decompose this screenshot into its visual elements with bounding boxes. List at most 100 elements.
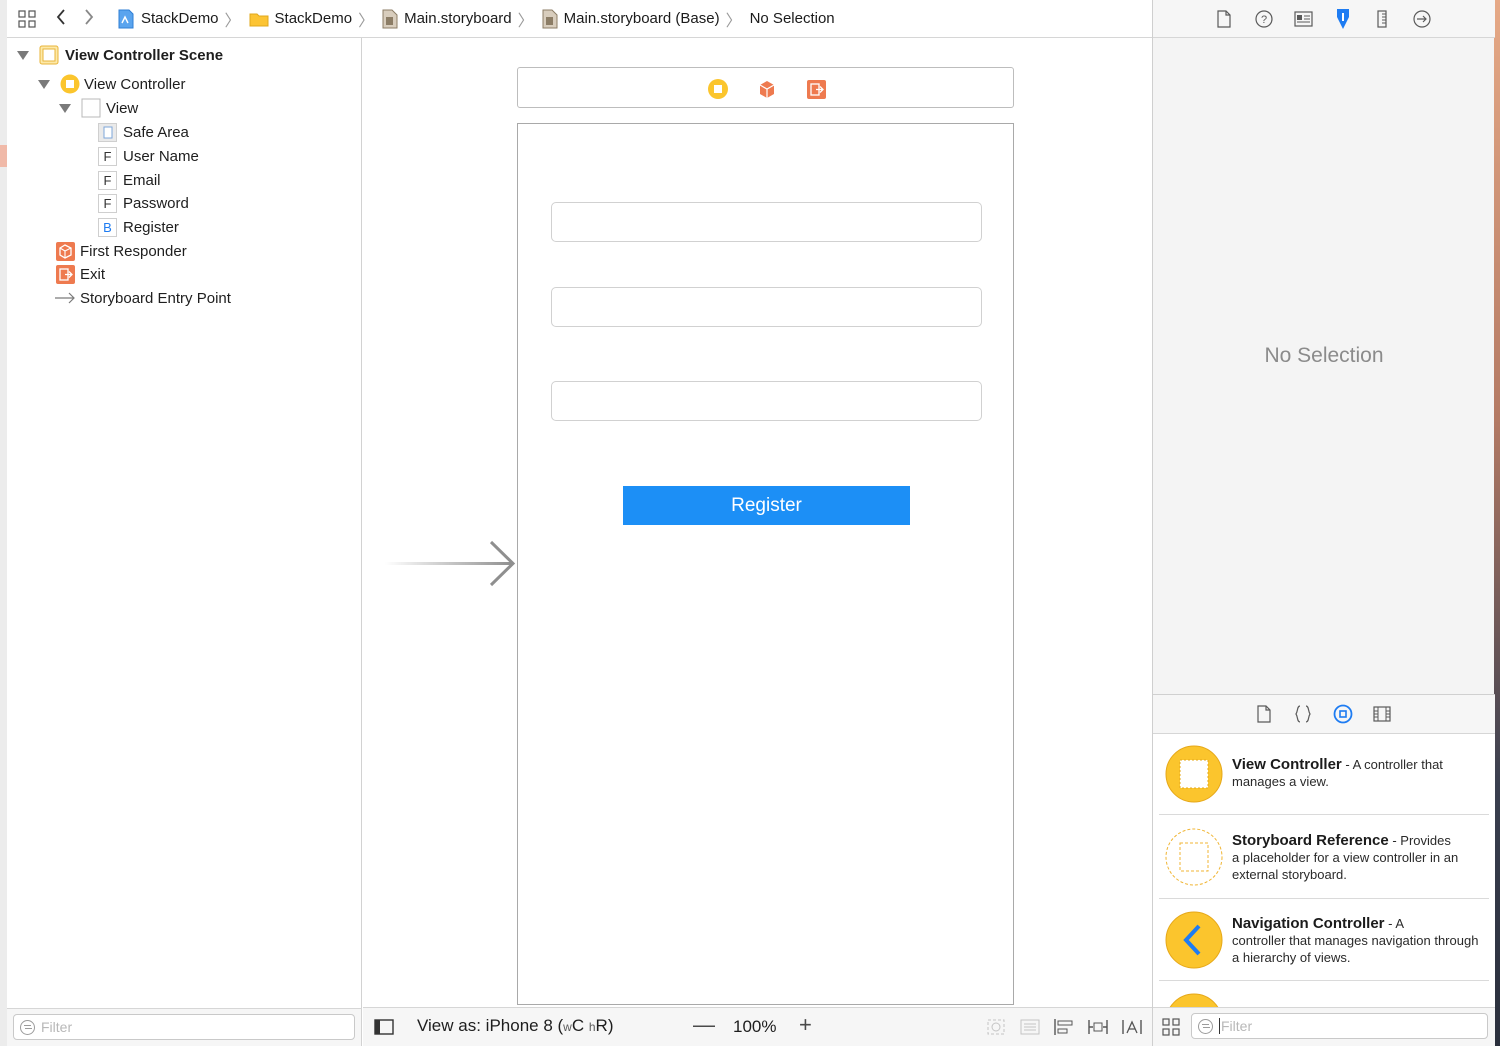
library-filter-input[interactable]: Filter xyxy=(1191,1013,1488,1039)
code-snippet-library-tab[interactable] xyxy=(1293,704,1313,724)
library-item-navigation-controller[interactable]: Navigation Controller - A controller tha… xyxy=(1153,899,1495,981)
connections-inspector-tab[interactable] xyxy=(1412,9,1432,29)
outline-vc-label: View Controller xyxy=(84,75,186,93)
register-button[interactable]: Register xyxy=(623,486,910,525)
arrow-circle-icon xyxy=(1413,10,1431,28)
resolve-issues-icon[interactable] xyxy=(1121,1018,1143,1036)
outline-first-responder-row[interactable]: First Responder xyxy=(56,240,187,262)
outline-view-controller-row[interactable]: View Controller xyxy=(38,73,185,95)
breadcrumb-group[interactable]: StackDemo 〉 xyxy=(249,7,374,31)
breadcrumb-localization[interactable]: Main.storyboard (Base) 〉 xyxy=(542,7,742,31)
outline-password-row[interactable]: F Password xyxy=(98,192,189,214)
view-controller-icon[interactable] xyxy=(707,78,729,100)
outline-safe-area-row[interactable]: Safe Area xyxy=(98,121,189,143)
align-icon[interactable] xyxy=(1053,1018,1075,1036)
email-text-field[interactable] xyxy=(551,287,982,327)
forward-button[interactable] xyxy=(75,8,103,30)
outline-email-row[interactable]: F Email xyxy=(98,169,161,191)
first-responder-icon[interactable] xyxy=(756,78,778,100)
zoom-level[interactable]: 100% xyxy=(733,1017,776,1037)
zoom-in-button[interactable]: + xyxy=(799,1012,812,1038)
disclosure-triangle-icon[interactable] xyxy=(59,103,71,113)
attributes-inspector-tab[interactable] xyxy=(1333,9,1353,29)
add-constraints-icon[interactable] xyxy=(1087,1018,1109,1036)
size-inspector-tab[interactable] xyxy=(1372,9,1392,29)
file-template-library-tab[interactable] xyxy=(1254,704,1274,724)
username-text-field[interactable] xyxy=(551,202,982,242)
filter-placeholder: Filter xyxy=(1221,1018,1253,1034)
library-item-title: Navigation Controller xyxy=(1232,915,1385,932)
text-cursor xyxy=(1219,1018,1220,1034)
text-field-icon: F xyxy=(98,193,117,213)
inspector-tab-bar: ? xyxy=(1153,0,1495,38)
outline-username-row[interactable]: F User Name xyxy=(98,145,199,167)
library-item-title: Storyboard Reference xyxy=(1232,832,1389,849)
breadcrumb-selection[interactable]: No Selection xyxy=(750,10,835,27)
view-as-suffix: ) xyxy=(607,1016,614,1035)
no-selection-label: No Selection xyxy=(1264,344,1384,367)
view-controller-canvas[interactable]: Register xyxy=(517,123,1014,1005)
zoom-out-button[interactable]: — xyxy=(693,1012,715,1038)
scene-icon xyxy=(39,45,59,65)
size-class-c: C xyxy=(571,1016,585,1035)
disclosure-triangle-icon[interactable] xyxy=(38,79,50,89)
breadcrumb-label: StackDemo xyxy=(141,10,219,27)
chevron-right-icon xyxy=(85,8,94,25)
identity-card-icon xyxy=(1293,11,1313,27)
text-field-icon: F xyxy=(98,170,117,190)
storyboard-entry-arrow-icon[interactable] xyxy=(385,538,520,588)
exit-icon[interactable] xyxy=(805,78,827,100)
view-as-label: View as: iPhone 8 ( xyxy=(417,1016,564,1035)
disclosure-triangle-icon[interactable] xyxy=(17,50,29,60)
quick-help-tab[interactable]: ? xyxy=(1254,9,1274,29)
folder-icon xyxy=(249,11,269,27)
chevron-separator-icon: 〉 xyxy=(517,12,534,30)
outline-exit-row[interactable]: Exit xyxy=(56,263,105,285)
filter-icon xyxy=(1198,1018,1213,1034)
library-item-text: View Controller - A controller that mana… xyxy=(1232,756,1482,790)
identity-inspector-tab[interactable] xyxy=(1293,9,1313,29)
outline-item-label: User Name xyxy=(123,147,199,165)
navigation-controller-icon xyxy=(1165,911,1223,969)
update-frames-icon[interactable] xyxy=(985,1018,1007,1036)
canvas-bottom-bar: View as: iPhone 8 (wC hR) — 100% + xyxy=(363,1007,1152,1046)
breadcrumb-file[interactable]: Main.storyboard 〉 xyxy=(382,7,534,31)
library-item-storyboard-reference[interactable]: Storyboard Reference - Provides a placeh… xyxy=(1153,815,1495,899)
embed-in-stack-icon[interactable] xyxy=(1019,1018,1041,1036)
outline-scene-row[interactable]: View Controller Scene xyxy=(17,44,223,66)
storyboard-canvas[interactable]: Register xyxy=(363,38,1152,1007)
button-icon: B xyxy=(98,217,117,237)
outline-register-row[interactable]: B Register xyxy=(98,216,179,238)
library-item-view-controller[interactable]: View Controller - A controller that mana… xyxy=(1153,734,1495,815)
media-library-tab[interactable] xyxy=(1372,704,1392,724)
password-text-field[interactable] xyxy=(551,381,982,421)
entry-arrow-icon xyxy=(54,291,76,305)
outline-entry-point-row[interactable]: Storyboard Entry Point xyxy=(54,287,231,309)
library-item-desc: - A xyxy=(1384,916,1405,931)
outline-filter-input[interactable]: Filter xyxy=(13,1014,355,1040)
library-item-title: View Controller xyxy=(1232,756,1342,773)
breadcrumb-project[interactable]: StackDemo 〉 xyxy=(117,7,241,31)
chevron-separator-icon: 〉 xyxy=(224,12,241,30)
filter-placeholder: Filter xyxy=(41,1019,73,1035)
file-icon xyxy=(1257,705,1271,723)
library-item-desc: - A controller that xyxy=(1341,757,1443,772)
file-inspector-tab[interactable] xyxy=(1214,9,1234,29)
view-as-device-selector[interactable]: View as: iPhone 8 (wC hR) xyxy=(417,1016,614,1036)
library-item-partial[interactable] xyxy=(1153,981,1495,1007)
toggle-outline-button[interactable] xyxy=(374,1019,394,1040)
library-view-mode-button[interactable] xyxy=(1162,1018,1180,1041)
sidebar-toggle-icon xyxy=(374,1019,394,1035)
storyboard-file-icon xyxy=(382,9,398,29)
grid-icon xyxy=(18,9,36,28)
library-item-desc-rest: controller that manages navigation throu… xyxy=(1232,933,1479,965)
object-library-tab[interactable] xyxy=(1333,704,1353,724)
outline-filter-bar: Filter xyxy=(7,1008,362,1046)
outline-view-row[interactable]: View xyxy=(59,97,138,119)
back-button[interactable] xyxy=(47,8,75,30)
related-items-button[interactable] xyxy=(7,9,47,28)
outline-item-label: Safe Area xyxy=(123,123,189,141)
tab-bar-controller-icon xyxy=(1169,993,1219,1007)
outline-view-label: View xyxy=(106,99,139,117)
scene-dock xyxy=(517,67,1014,108)
